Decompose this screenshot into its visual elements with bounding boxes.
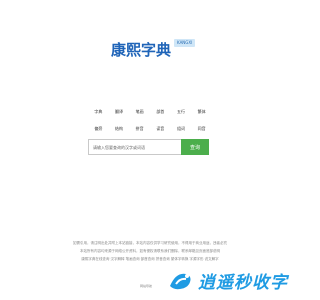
category-link[interactable]: 结构: [109, 125, 130, 133]
footer-line: 本站所有内容均来源于网络公开资料，如有侵权请联系我们删除，联系邮箱见页面底部说明: [80, 249, 220, 253]
footer-line: 如需引用，请注明出处并附上本站链接，本站内容仅供学习研究使用，不得用于商业用途，…: [73, 241, 227, 245]
logo-badge: KANGXI: [174, 39, 196, 47]
watermark: 逍遥秒收字: [168, 268, 288, 293]
logo-title: 康熙字典: [111, 41, 172, 59]
search-bar: 查询: [88, 139, 209, 155]
category-link[interactable]: 笔画: [129, 108, 150, 116]
footer-notice: 如需引用，请注明出处并附上本站链接，本站内容仅供学习研究使用，不得用于商业用途，…: [40, 239, 260, 263]
footer-signature[interactable]: 网站导航: [140, 284, 152, 288]
category-link[interactable]: 读音: [150, 125, 171, 133]
watermark-logo-icon: [168, 270, 194, 292]
site-logo[interactable]: 康熙字典 KANGXI: [111, 39, 196, 61]
watermark-text: 逍遥秒收字: [198, 273, 288, 293]
category-link[interactable]: 组词: [171, 125, 192, 133]
search-button[interactable]: 查询: [181, 139, 209, 155]
category-link[interactable]: 字典: [88, 108, 109, 116]
category-link[interactable]: 偏旁: [88, 125, 109, 133]
category-link[interactable]: 同音: [191, 125, 212, 133]
footer-line: 康熙字典在线查询 汉字解释 笔画查询 部首查询 拼音查询 繁体字转换 字源字形 …: [81, 257, 219, 261]
search-input[interactable]: [88, 139, 181, 155]
category-link[interactable]: 翻译: [109, 108, 130, 116]
category-link[interactable]: 五行: [171, 108, 192, 116]
category-link[interactable]: 拼音: [129, 125, 150, 133]
category-link[interactable]: 繁体: [191, 108, 212, 116]
category-link[interactable]: 部首: [150, 108, 171, 116]
